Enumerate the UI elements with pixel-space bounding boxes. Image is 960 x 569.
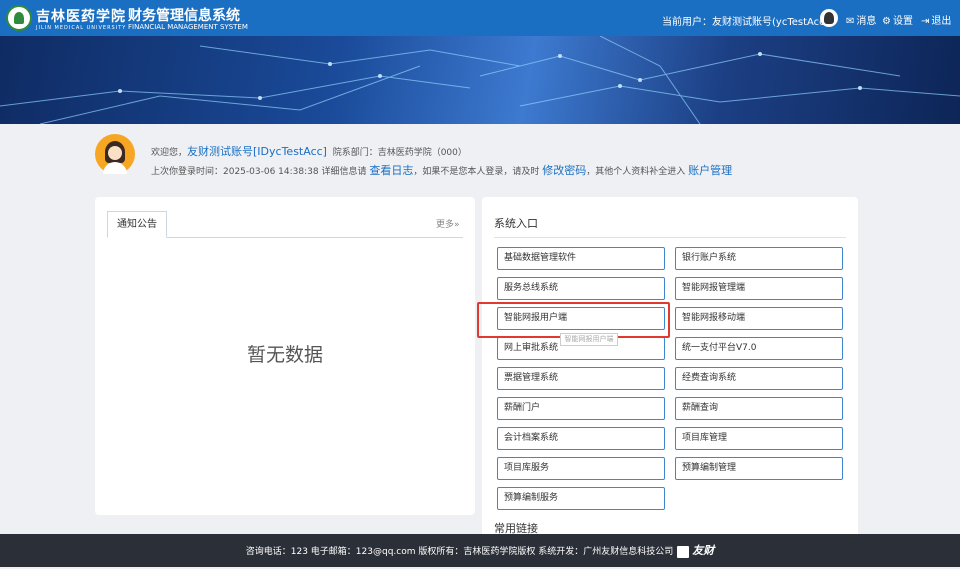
messages-link[interactable]: ✉ 消息 — [846, 12, 876, 27]
system-link[interactable]: 项目库管理 — [675, 427, 843, 450]
footer-info: 咨询电话：123 电子邮箱：123@qq.com 版权所有：吉林医药学院版权 系… — [245, 547, 674, 557]
system-link[interactable]: 服务总线系统 — [497, 277, 665, 300]
welcome-panel: 欢迎您，友财测试账号[IDycTestAcc] 院系部门：吉林医药学院（000）… — [95, 132, 855, 186]
school-logo-icon — [6, 5, 32, 31]
system-title: 财务管理信息系统 — [128, 8, 240, 24]
footer: 咨询电话：123 电子邮箱：123@qq.com 版权所有：吉林医药学院版权 系… — [0, 534, 960, 567]
header-banner — [0, 36, 960, 124]
system-link[interactable]: 项目库服务 — [497, 457, 665, 480]
gear-icon: ⚙ — [882, 16, 891, 27]
brand-logo-icon — [677, 545, 690, 558]
system-link[interactable]: 统一支付平台V7.0 — [675, 337, 843, 360]
logout-link[interactable]: ⇥ 退出 — [921, 12, 951, 27]
school-name: 吉林医药学院 — [36, 9, 126, 25]
footer-brand: 友财 — [692, 544, 715, 557]
tab-notices[interactable]: 通知公告 — [107, 211, 167, 238]
system-link[interactable]: 预算编制服务 — [497, 487, 665, 510]
welcome-line: 欢迎您，友财测试账号[IDycTestAcc] 院系部门：吉林医药学院（000） — [151, 145, 467, 158]
system-link[interactable]: 经费查询系统 — [675, 367, 843, 390]
more-link[interactable]: 更多» — [436, 217, 460, 230]
system-title-en: FINANCIAL MANAGEMENT SYSTEM — [128, 23, 248, 31]
last-login-line: 上次你登录时间：2025-03-06 14:38:38 详细信息请 查看日志，如… — [151, 164, 733, 177]
tooltip: 智能网报用户端 — [560, 333, 618, 346]
profile-avatar — [95, 134, 135, 174]
user-avatar[interactable] — [820, 9, 838, 27]
system-link[interactable]: 智能网报移动端 — [675, 307, 843, 330]
system-link[interactable]: 基础数据管理软件 — [497, 247, 665, 270]
system-link[interactable]: 薪酬查询 — [675, 397, 843, 420]
empty-state: 暂无数据 — [246, 344, 323, 366]
system-link[interactable]: 银行账户系统 — [675, 247, 843, 270]
view-log-link[interactable]: 查看日志 — [369, 164, 413, 177]
system-link[interactable]: 智能网报管理端 — [675, 277, 843, 300]
panel-title: 系统入口 — [494, 217, 538, 230]
top-bar: 吉林医药学院 JILIN MEDICAL UNIVERSITY 财务管理信息系统… — [0, 0, 960, 36]
settings-link[interactable]: ⚙ 设置 — [882, 12, 913, 27]
system-entry-panel: 系统入口 基础数据管理软件 银行账户系统 服务总线系统 智能网报管理端 智能网报… — [482, 197, 858, 540]
change-password-link[interactable]: 修改密码 — [542, 164, 586, 177]
system-link[interactable]: 会计档案系统 — [497, 427, 665, 450]
system-link[interactable]: 预算编制管理 — [675, 457, 843, 480]
notice-panel: 通知公告 更多» 暂无数据 — [95, 197, 475, 515]
mail-icon: ✉ — [846, 16, 855, 27]
system-link[interactable]: 薪酬门户 — [497, 397, 665, 420]
logout-icon: ⇥ — [921, 16, 930, 27]
system-link[interactable]: 票据管理系统 — [497, 367, 665, 390]
account-management-link[interactable]: 账户管理 — [688, 164, 732, 177]
current-user: 当前用户：友财测试账号(ycTestAcc) — [662, 17, 829, 28]
school-name-en: JILIN MEDICAL UNIVERSITY — [36, 25, 127, 31]
user-name: 友财测试账号[IDycTestAcc] — [187, 145, 327, 158]
